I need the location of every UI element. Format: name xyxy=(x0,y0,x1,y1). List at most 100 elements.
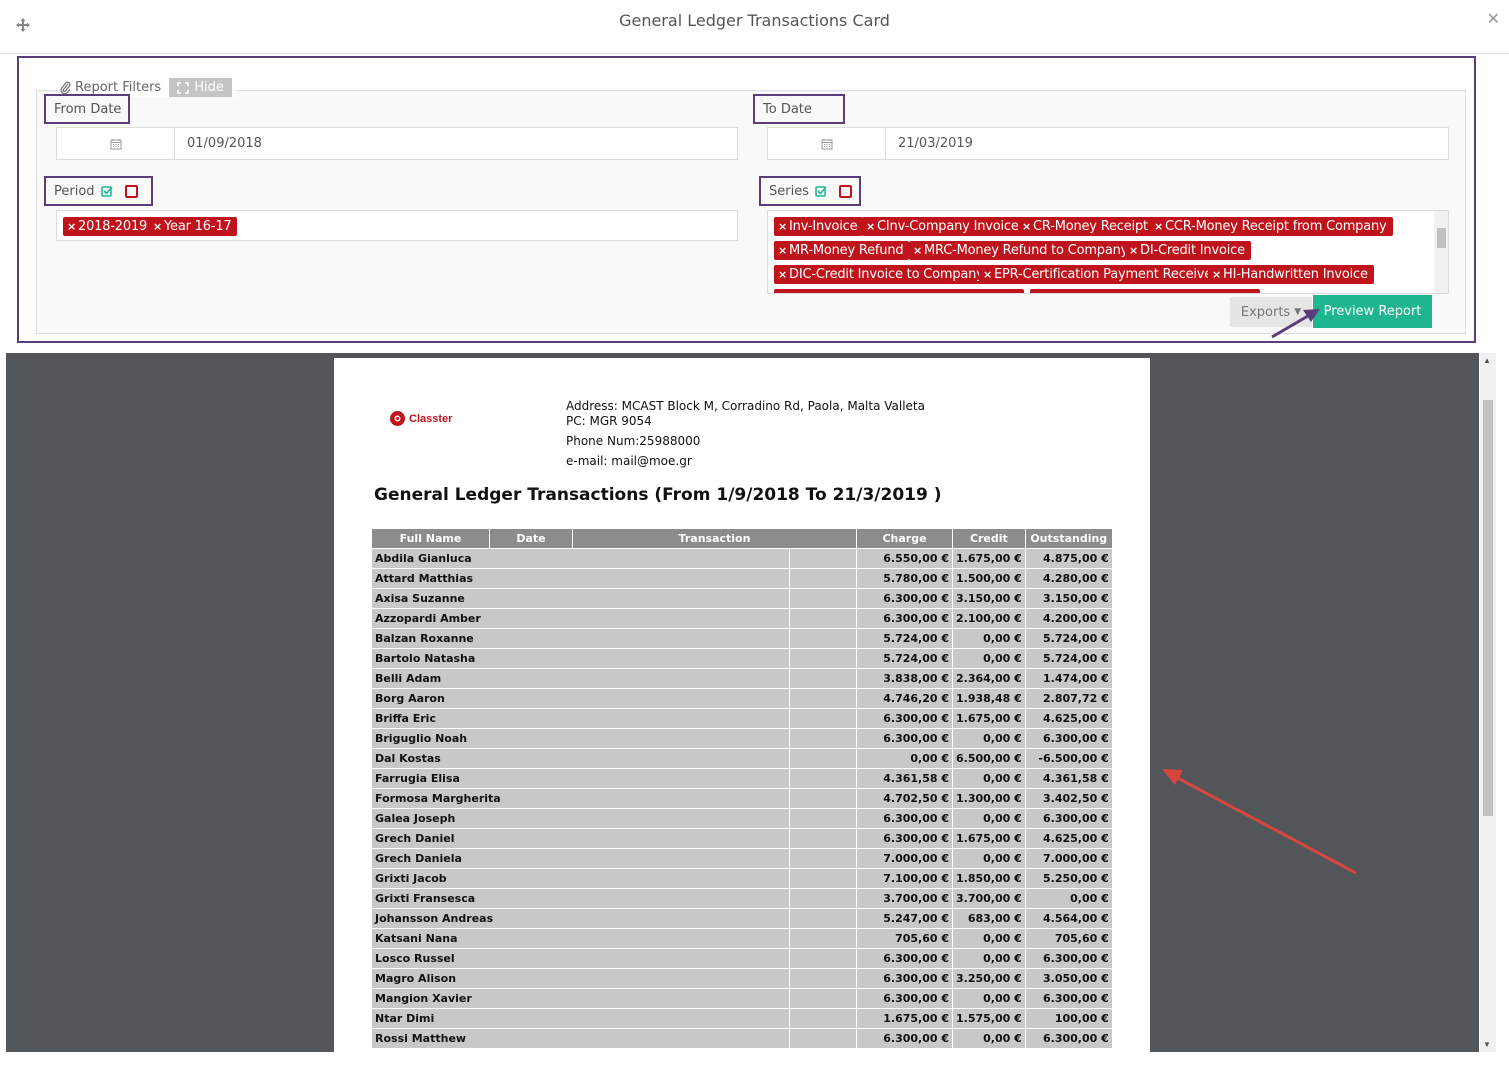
table-row: Grech Daniela 7.000,00 €0,00 €7.000,00 € xyxy=(371,848,1113,869)
remove-icon[interactable]: × xyxy=(67,220,76,233)
table-row: Farrugia Elisa 4.361,58 €0,00 €4.361,58 € xyxy=(371,768,1113,789)
hide-filters-button[interactable]: Hide xyxy=(169,78,232,97)
from-date-field[interactable]: 01/09/2018 xyxy=(56,127,738,160)
period-label: Period xyxy=(44,176,153,206)
name-cell: Briffa Eric xyxy=(371,708,790,729)
outstanding-cell: -6.500,00 € xyxy=(1024,748,1113,769)
remove-icon[interactable]: × xyxy=(778,268,787,281)
charge-cell: 5.724,00 € xyxy=(856,628,953,649)
table-row: Katsani Nana 705,60 €0,00 €705,60 € xyxy=(371,928,1113,949)
col-header: Charge xyxy=(856,528,953,549)
outstanding-cell: 6.300,00 € xyxy=(1024,988,1113,1009)
scroll-down-icon[interactable]: ▼ xyxy=(1483,1040,1491,1049)
table-header-row: Full Name Date Transaction Charge Credit… xyxy=(371,528,1113,549)
series-tag-partial[interactable] xyxy=(774,289,1024,293)
deselect-all-icon[interactable] xyxy=(838,184,852,198)
charge-cell: 6.300,00 € xyxy=(856,968,953,989)
credit-cell: 1.500,00 € xyxy=(952,568,1026,589)
period-tag[interactable]: × Year 16-17 xyxy=(149,217,238,236)
name-cell: Katsani Nana xyxy=(371,928,790,949)
col-header: Full Name xyxy=(371,528,490,549)
remove-icon[interactable]: × xyxy=(866,220,875,233)
charge-cell: 6.300,00 € xyxy=(856,828,953,849)
series-tag[interactable]: × MRC-Money Refund to Company xyxy=(909,241,1135,260)
table-row: Rossi Matthew 6.300,00 €0,00 €6.300,00 € xyxy=(371,1028,1113,1049)
name-cell: Mangion Xavier xyxy=(371,988,790,1009)
name-cell: Abdila Gianluca xyxy=(371,548,790,569)
calendar-icon[interactable] xyxy=(57,128,175,159)
credit-cell: 1.675,00 € xyxy=(952,708,1026,729)
transaction-cell xyxy=(789,568,857,589)
to-date-label: To Date xyxy=(753,94,845,124)
preview-report-button[interactable]: Preview Report xyxy=(1313,295,1432,328)
from-date-label: From Date xyxy=(44,94,130,124)
series-tag[interactable]: × HI-Handwritten Invoice xyxy=(1208,265,1374,284)
calendar-icon[interactable] xyxy=(768,128,886,159)
period-tag[interactable]: × 2018-2019 xyxy=(63,217,154,236)
credit-cell: 0,00 € xyxy=(952,808,1026,829)
remove-icon[interactable]: × xyxy=(1212,268,1221,281)
charge-cell: 705,60 € xyxy=(856,928,953,949)
credit-cell: 683,00 € xyxy=(952,908,1026,929)
series-tag[interactable]: × CInv-Company Invoice xyxy=(862,217,1025,236)
phone-line: Phone Num:25988000 xyxy=(566,434,701,448)
period-tag-input[interactable]: × 2018-2019 × Year 16-17 xyxy=(56,210,738,241)
table-row: Axisa Suzanne 6.300,00 €3.150,00 €3.150,0… xyxy=(371,588,1113,609)
close-icon[interactable]: ✕ xyxy=(1487,9,1500,29)
name-cell: Dal Kostas xyxy=(371,748,790,769)
select-all-icon[interactable] xyxy=(815,185,827,197)
series-tag[interactable]: × DIC-Credit Invoice to Company xyxy=(774,265,990,284)
outstanding-cell: 4.564,00 € xyxy=(1024,908,1113,929)
logo-text: Classter xyxy=(409,412,453,425)
remove-icon[interactable]: × xyxy=(1154,220,1163,233)
outstanding-cell: 0,00 € xyxy=(1024,888,1113,909)
series-tag-input[interactable]: × Inv-Invoice × CInv-Company Invoice × CR-M… xyxy=(767,210,1449,294)
transaction-cell xyxy=(789,728,857,749)
table-row: Briguglio Noah 6.300,00 €0,00 €6.300,00 € xyxy=(371,728,1113,749)
table-row: Bartolo Natasha 5.724,00 €0,00 €5.724,00 … xyxy=(371,648,1113,669)
charge-cell: 5.780,00 € xyxy=(856,568,953,589)
series-tag[interactable]: × MR-Money Refund xyxy=(774,241,910,260)
table-row: Johansson Andreas 5.247,00 €683,00 €4.564… xyxy=(371,908,1113,929)
report-filters-label: Report Filters xyxy=(60,80,161,95)
remove-icon[interactable]: × xyxy=(913,244,922,257)
name-cell: Axisa Suzanne xyxy=(371,588,790,609)
report-viewer[interactable]: Classter Address: MCAST Block M, Corradi… xyxy=(6,353,1479,1052)
exports-button[interactable]: Exports ▼ xyxy=(1230,297,1312,327)
series-tag[interactable]: × CR-Money Receipt xyxy=(1018,217,1154,236)
transaction-cell xyxy=(789,988,857,1009)
series-tag[interactable]: × Inv-Invoice xyxy=(774,217,864,236)
charge-cell: 6.300,00 € xyxy=(856,728,953,749)
hide-label: Hide xyxy=(194,80,224,95)
to-date-field[interactable]: 21/03/2019 xyxy=(767,127,1449,160)
credit-cell: 0,00 € xyxy=(952,728,1026,749)
name-cell: Grech Daniel xyxy=(371,828,790,849)
from-date-value[interactable]: 01/09/2018 xyxy=(175,128,262,159)
deselect-all-icon[interactable] xyxy=(124,184,138,198)
to-date-value[interactable]: 21/03/2019 xyxy=(886,128,973,159)
series-scrollbar[interactable] xyxy=(1434,211,1448,293)
remove-icon[interactable]: × xyxy=(1129,244,1138,257)
col-header: Outstanding xyxy=(1024,528,1113,549)
name-cell: Grixti Fransesca xyxy=(371,888,790,909)
col-header: Date xyxy=(489,528,573,549)
series-tag[interactable]: × EPR-Certification Payment Receive xyxy=(979,265,1219,284)
company-logo: Classter xyxy=(389,410,452,427)
scrollbar-thumb[interactable] xyxy=(1437,228,1446,248)
viewer-scrollbar[interactable]: ▲ ▼ xyxy=(1480,353,1496,1052)
transaction-cell xyxy=(789,608,857,629)
remove-icon[interactable]: × xyxy=(778,220,787,233)
scrollbar-thumb[interactable] xyxy=(1483,400,1493,816)
remove-icon[interactable]: × xyxy=(153,220,162,233)
credit-cell: 1.675,00 € xyxy=(952,548,1026,569)
remove-icon[interactable]: × xyxy=(983,268,992,281)
series-tag[interactable]: × CCR-Money Receipt from Company xyxy=(1150,217,1393,236)
series-tag[interactable]: × DI-Credit Invoice xyxy=(1125,241,1251,260)
remove-icon[interactable]: × xyxy=(1022,220,1031,233)
report-filters-panel: Report Filters Hide From Date 01/09/2018… xyxy=(17,56,1476,343)
select-all-icon[interactable] xyxy=(100,185,113,197)
series-tag-partial[interactable] xyxy=(1030,289,1260,293)
paperclip-icon xyxy=(60,81,71,94)
remove-icon[interactable]: × xyxy=(778,244,787,257)
scroll-up-icon[interactable]: ▲ xyxy=(1483,356,1491,365)
